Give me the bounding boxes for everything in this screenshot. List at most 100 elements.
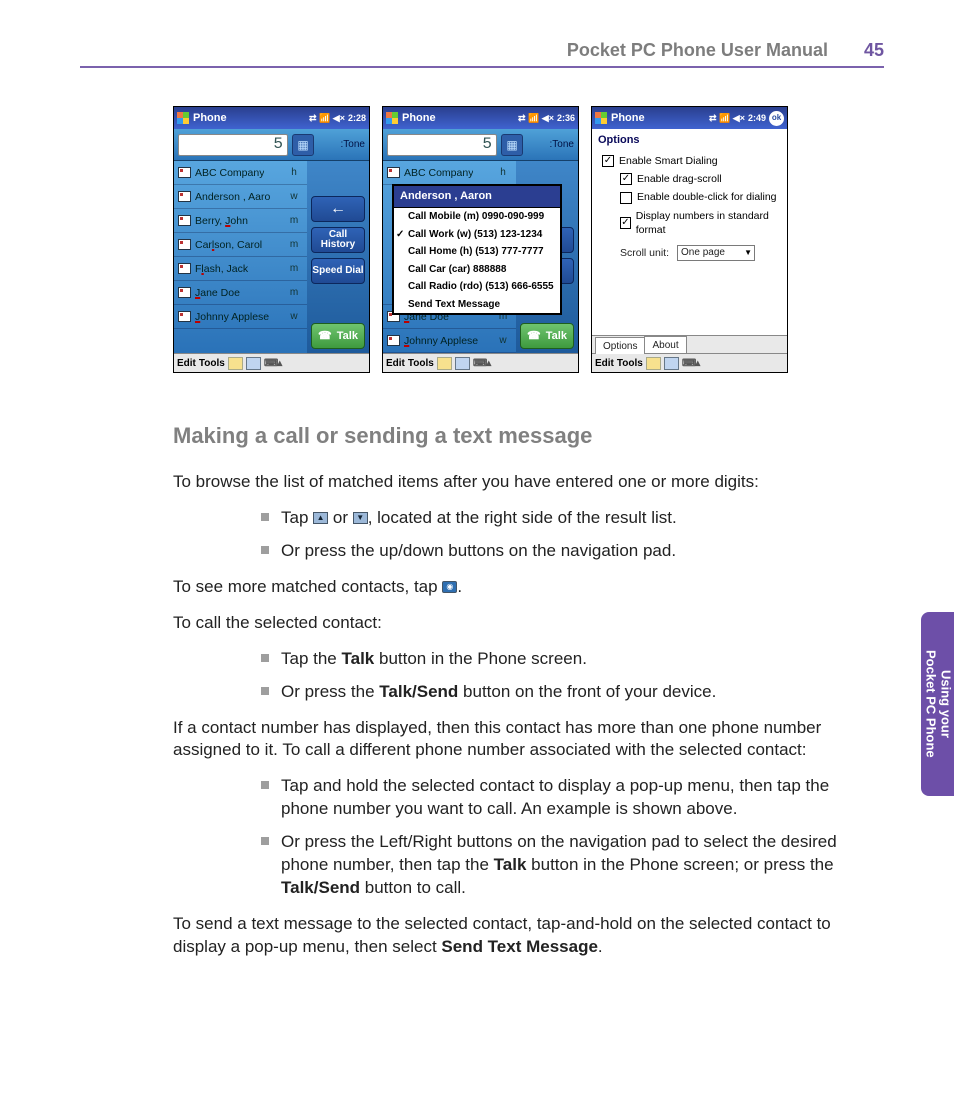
- bullet-item: Tap ▲ or ▼, located at the right side of…: [261, 507, 876, 530]
- app-title: Phone: [611, 111, 645, 126]
- device-footer: Edit Tools ⌨▴: [592, 353, 787, 372]
- notes-icon[interactable]: [455, 357, 470, 370]
- bullet-list: Tap the Talk button in the Phone screen.…: [261, 648, 876, 704]
- body-content: Making a call or sending a text message …: [173, 421, 876, 959]
- scroll-unit-select[interactable]: One page: [677, 245, 755, 261]
- bullet-list: Tap ▲ or ▼, located at the right side of…: [261, 507, 876, 563]
- dial-display: 5: [387, 134, 497, 156]
- backspace-button[interactable]: ←: [311, 196, 365, 222]
- checkbox-row[interactable]: Display numbers in standard format: [620, 209, 781, 237]
- start-icon: [177, 112, 190, 125]
- status-icons: ⇄ 📶 ◀× 2:49 ok: [709, 111, 784, 126]
- tools-menu[interactable]: Tools: [408, 357, 434, 371]
- list-item: Johnny Applesew: [383, 329, 516, 353]
- scroll-unit-row: Scroll unit: One page: [620, 245, 781, 261]
- bullet-item: Or press the Talk/Send button on the fro…: [261, 681, 876, 704]
- device-footer: Edit Tools ⌨▴: [174, 353, 369, 372]
- start-icon: [386, 112, 399, 125]
- list-item: Berry, Johnm: [174, 209, 307, 233]
- keypad-toggle-icon[interactable]: ▦: [292, 134, 314, 156]
- chapter-tab: Using your Pocket PC Phone: [921, 612, 954, 796]
- header-title: Pocket PC Phone User Manual: [567, 38, 828, 62]
- app-title: Phone: [193, 111, 227, 126]
- paragraph: To send a text message to the selected c…: [173, 913, 876, 959]
- call-history-button[interactable]: Call History: [311, 227, 365, 253]
- notes-icon[interactable]: [246, 357, 261, 370]
- titlebar: Phone ⇄ 📶 ◀× 2:49 ok: [592, 107, 787, 129]
- status-icons: ⇄ 📶 ◀× 2:36: [518, 112, 575, 124]
- folder-icon[interactable]: [228, 357, 243, 370]
- context-menu-title: Anderson , Aaron: [394, 186, 560, 208]
- paragraph: To browse the list of matched items afte…: [173, 471, 876, 494]
- tools-menu[interactable]: Tools: [617, 357, 643, 371]
- menu-item[interactable]: Call Mobile (m) 0990-090-999: [394, 208, 560, 226]
- list-item: ABC Companyh: [383, 161, 516, 185]
- tab-strip: Options About: [592, 335, 787, 353]
- paragraph: To call the selected contact:: [173, 612, 876, 635]
- contact-icon: [387, 335, 400, 346]
- checkbox-icon[interactable]: [620, 217, 631, 229]
- menu-item[interactable]: Call Radio (rdo) (513) 666-6555: [394, 278, 560, 296]
- device-screenshot-3: Phone ⇄ 📶 ◀× 2:49 ok Options Enable Smar…: [591, 106, 788, 373]
- list-item: Carlson, Carolm: [174, 233, 307, 257]
- edit-menu[interactable]: Edit: [386, 357, 405, 371]
- folder-icon[interactable]: [646, 357, 661, 370]
- checkbox-icon[interactable]: [620, 192, 632, 204]
- menu-item[interactable]: Send Text Message: [394, 296, 560, 314]
- paragraph: If a contact number has displayed, then …: [173, 717, 876, 763]
- checkbox-icon[interactable]: [602, 155, 614, 167]
- contact-list[interactable]: ABC Companyh Anderson , Aarow Berry, Joh…: [174, 161, 307, 353]
- bullet-list: Tap and hold the selected contact to dis…: [261, 775, 876, 900]
- menu-item[interactable]: Call Car (car) 888888: [394, 261, 560, 279]
- contact-icon: [178, 215, 191, 226]
- context-menu[interactable]: Anderson , Aaron Call Mobile (m) 0990-09…: [393, 185, 561, 314]
- device-footer: Edit Tools ⌨▴: [383, 353, 578, 372]
- app-title: Phone: [402, 111, 436, 126]
- contact-icon: [178, 311, 191, 322]
- screenshot-row: Phone ⇄ 📶 ◀× 2:28 5 ▦ :Tone ABC Companyh…: [173, 106, 954, 373]
- ok-button[interactable]: ok: [769, 111, 784, 126]
- tab-options[interactable]: Options: [595, 337, 645, 355]
- bullet-item: Tap and hold the selected contact to dis…: [261, 775, 876, 821]
- talk-button[interactable]: Talk: [311, 323, 365, 349]
- dial-bar: 5 ▦ :Tone: [383, 129, 578, 161]
- list-item: Flash, Jackm: [174, 257, 307, 281]
- tools-menu[interactable]: Tools: [199, 357, 225, 371]
- contact-icon: [178, 191, 191, 202]
- device-screenshot-1: Phone ⇄ 📶 ◀× 2:28 5 ▦ :Tone ABC Companyh…: [173, 106, 370, 373]
- expand-icon: ◉: [442, 581, 457, 593]
- down-arrow-icon: ▼: [353, 512, 368, 524]
- folder-icon[interactable]: [437, 357, 452, 370]
- bullet-item: Tap the Talk button in the Phone screen.: [261, 648, 876, 671]
- notes-icon[interactable]: [664, 357, 679, 370]
- edit-menu[interactable]: Edit: [595, 357, 614, 371]
- list-item: Anderson , Aarow: [174, 185, 307, 209]
- menu-item[interactable]: Call Home (h) (513) 777-7777: [394, 243, 560, 261]
- titlebar: Phone ⇄ 📶 ◀× 2:36: [383, 107, 578, 129]
- menu-item[interactable]: Call Work (w) (513) 123-1234: [394, 226, 560, 244]
- scroll-unit-label: Scroll unit:: [620, 246, 669, 260]
- checkbox-row[interactable]: Enable drag-scroll: [620, 172, 781, 186]
- keyboard-icon[interactable]: ⌨▴: [682, 357, 699, 371]
- contact-icon: [178, 239, 191, 250]
- contact-icon: [387, 167, 400, 178]
- keypad-toggle-icon[interactable]: ▦: [501, 134, 523, 156]
- speed-dial-button[interactable]: Speed Dial: [311, 258, 365, 284]
- dial-bar: 5 ▦ :Tone: [174, 129, 369, 161]
- tone-label: :Tone: [550, 138, 574, 152]
- bullet-item: Or press the up/down buttons on the navi…: [261, 540, 876, 563]
- options-pane: Options Enable Smart Dialing Enable drag…: [592, 129, 787, 335]
- talk-button[interactable]: Talk: [520, 323, 574, 349]
- keyboard-icon[interactable]: ⌨▴: [264, 357, 281, 371]
- keyboard-icon[interactable]: ⌨▴: [473, 357, 490, 371]
- section-heading: Making a call or sending a text message: [173, 421, 876, 451]
- edit-menu[interactable]: Edit: [177, 357, 196, 371]
- list-item: ABC Companyh: [174, 161, 307, 185]
- dial-display: 5: [178, 134, 288, 156]
- header-rule: [80, 66, 884, 68]
- checkbox-icon[interactable]: [620, 173, 632, 185]
- checkbox-row[interactable]: Enable double-click for dialing: [620, 190, 781, 204]
- contact-icon: [178, 167, 191, 178]
- checkbox-row[interactable]: Enable Smart Dialing: [602, 154, 781, 168]
- tab-about[interactable]: About: [644, 336, 686, 354]
